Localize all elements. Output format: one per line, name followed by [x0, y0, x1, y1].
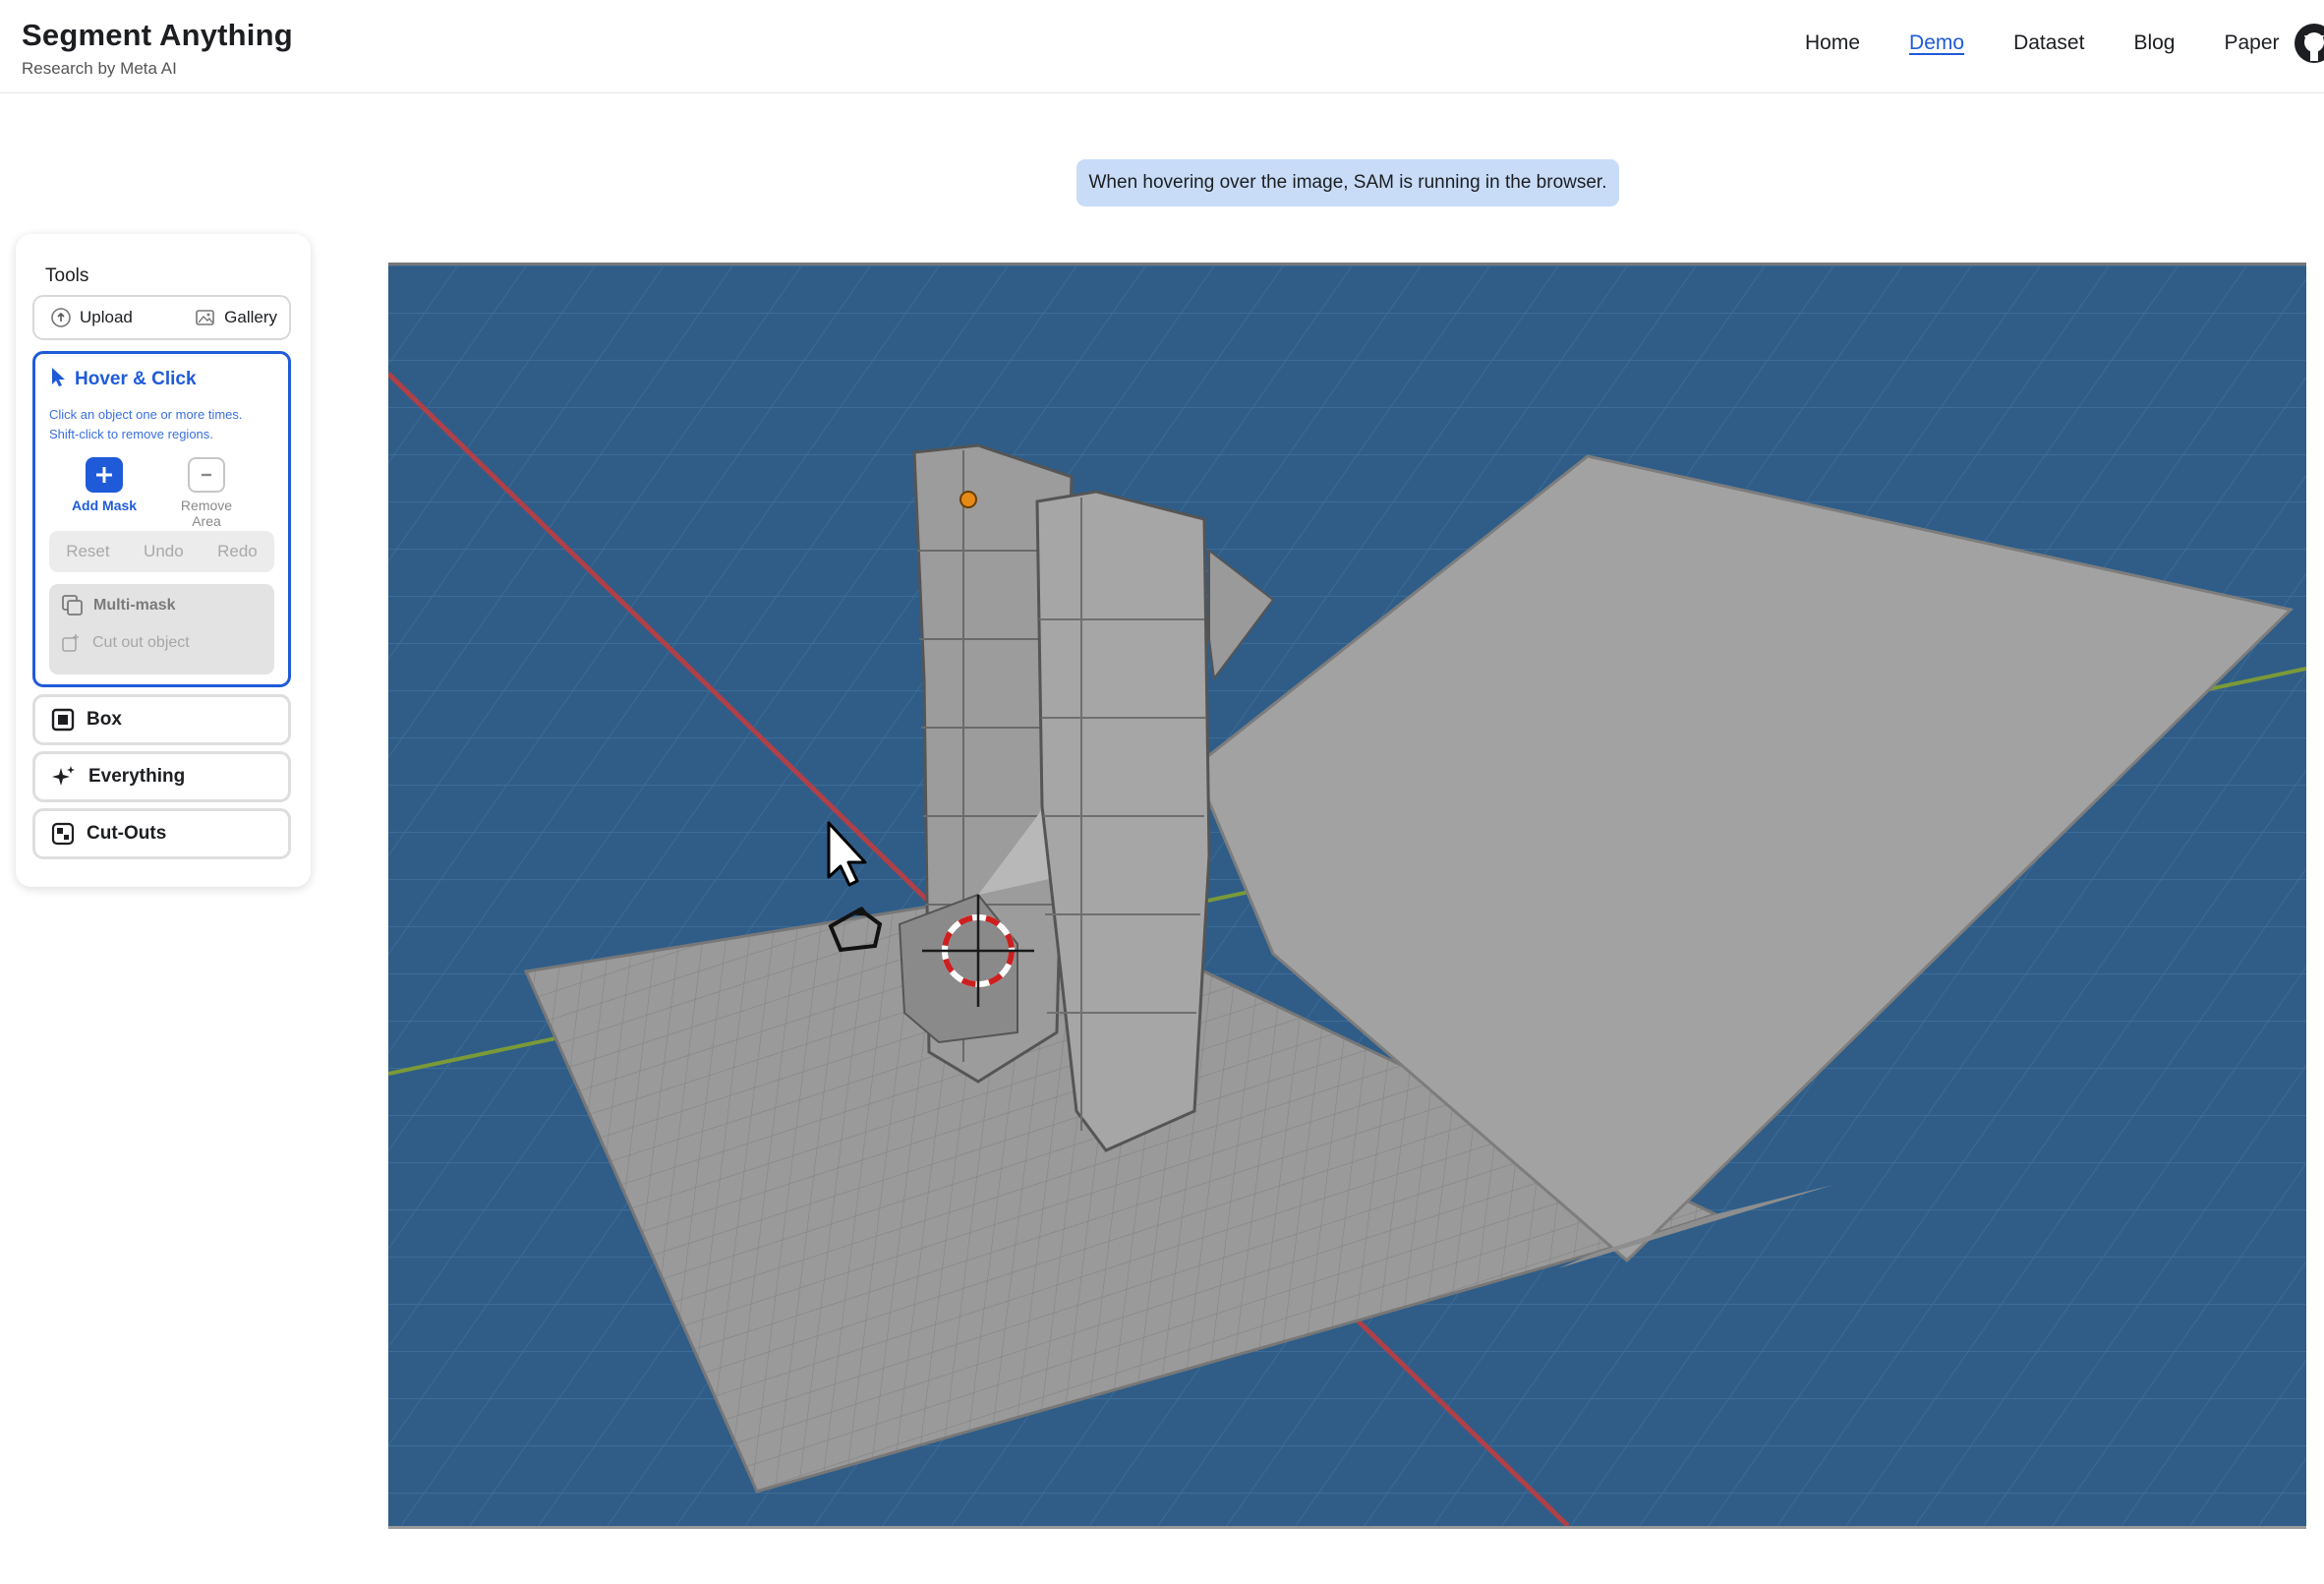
cutouts-tool-label: Cut-Outs: [87, 823, 167, 844]
everything-tool[interactable]: Everything: [32, 751, 291, 802]
mask-options: Multi-mask Cut out object: [49, 584, 274, 675]
nav-home[interactable]: Home: [1805, 31, 1860, 57]
cut-out-icon: [61, 633, 81, 653]
sparkle-icon: [51, 765, 77, 789]
tools-panel: Tools Upload Gallery Hover & Click Click…: [16, 234, 311, 887]
upload-icon: [50, 307, 72, 328]
image-canvas[interactable]: [388, 263, 2306, 1529]
remove-area-button[interactable]: Remove Area: [167, 457, 246, 529]
brand-title[interactable]: Segment Anything: [22, 18, 293, 53]
nav-demo[interactable]: Demo: [1909, 31, 1964, 57]
box-tool-label: Box: [87, 709, 122, 730]
multi-mask-label: Multi-mask: [93, 597, 176, 614]
upload-button[interactable]: Upload: [50, 297, 133, 338]
brand[interactable]: Segment Anything Research by Meta AI: [22, 18, 293, 79]
main-nav: Home Demo Dataset Blog Paper: [1805, 31, 2324, 57]
upload-label: Upload: [80, 308, 133, 326]
nav-paper[interactable]: Paper: [2224, 31, 2279, 57]
history-controls: Reset Undo Redo: [49, 531, 274, 572]
multi-mask-icon: [61, 594, 85, 617]
cutouts-icon: [51, 822, 75, 846]
github-icon[interactable]: [2293, 22, 2324, 65]
add-mask-button[interactable]: Add Mask: [65, 457, 144, 513]
hover-hint-banner: When hovering over the image, SAM is run…: [1076, 159, 1619, 206]
gallery-button[interactable]: Gallery: [195, 297, 277, 338]
tools-title: Tools: [45, 265, 89, 286]
gallery-icon: [195, 307, 216, 328]
cutouts-tool[interactable]: Cut-Outs: [32, 808, 291, 859]
hover-click-title: Hover & Click: [75, 368, 197, 389]
hover-click-description: Click an object one or more times. Shift…: [49, 405, 285, 444]
multi-mask-option[interactable]: Multi-mask: [61, 594, 176, 617]
undo-button[interactable]: Undo: [144, 542, 184, 561]
minus-icon: [188, 457, 225, 493]
brand-subtitle: Research by Meta AI: [22, 59, 177, 78]
nav-blog[interactable]: Blog: [2133, 31, 2175, 57]
hover-click-tool[interactable]: Hover & Click Click an object one or mor…: [32, 351, 291, 687]
cut-out-object-option[interactable]: Cut out object: [61, 633, 190, 653]
hover-click-desc-line2: Shift-click to remove regions.: [49, 427, 213, 441]
top-header: Segment Anything Research by Meta AI Hom…: [0, 0, 2324, 93]
box-icon: [51, 708, 75, 732]
pointer-icon: [49, 366, 67, 392]
nav-dataset[interactable]: Dataset: [2013, 31, 2084, 57]
upload-gallery-row: Upload Gallery: [32, 295, 291, 340]
remove-area-label: Remove Area: [180, 498, 233, 529]
light-marker: [959, 491, 977, 508]
box-tool[interactable]: Box: [32, 694, 291, 745]
redo-button[interactable]: Redo: [217, 542, 258, 561]
reset-button[interactable]: Reset: [66, 542, 109, 561]
plus-icon: [86, 457, 123, 493]
gallery-label: Gallery: [224, 308, 277, 326]
everything-tool-label: Everything: [88, 766, 186, 787]
cut-out-label: Cut out object: [92, 634, 190, 651]
add-mask-label: Add Mask: [71, 498, 138, 513]
hover-click-desc-line1: Click an object one or more times.: [49, 407, 243, 422]
